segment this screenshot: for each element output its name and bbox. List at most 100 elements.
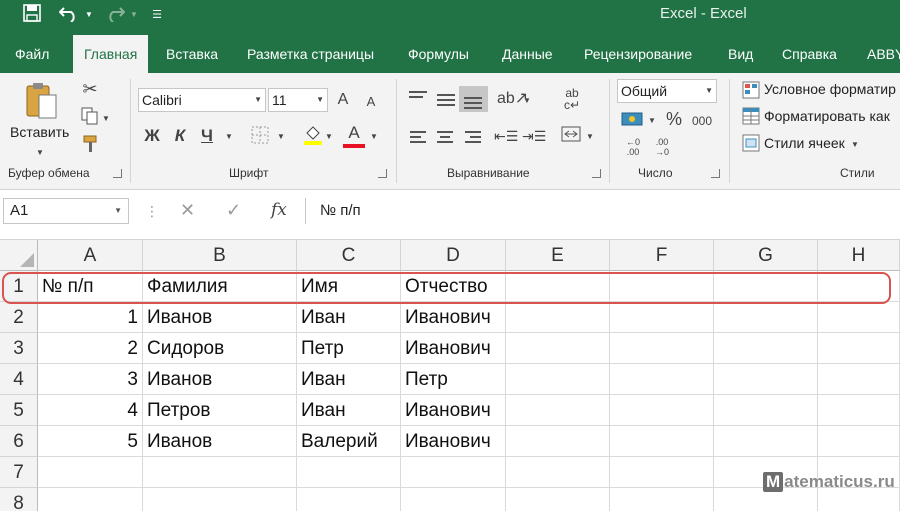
cancel-icon[interactable]: ✕ bbox=[180, 200, 195, 221]
copy-dropdown-icon[interactable]: ▼ bbox=[101, 109, 111, 129]
grow-font-icon[interactable]: A bbox=[335, 90, 351, 110]
copy-icon[interactable] bbox=[79, 107, 101, 130]
tab-review[interactable]: Рецензирование bbox=[577, 35, 699, 73]
cell-f3[interactable] bbox=[610, 333, 714, 364]
alignment-launcher-icon[interactable] bbox=[592, 169, 601, 178]
insert-function-icon[interactable]: fx bbox=[271, 200, 287, 220]
cell-d5[interactable]: Иванович bbox=[401, 395, 506, 426]
formula-input[interactable]: № п/п bbox=[305, 198, 900, 224]
underline-button[interactable]: Ч bbox=[199, 126, 215, 146]
bold-button[interactable]: Ж bbox=[143, 126, 161, 146]
cell-h5[interactable] bbox=[818, 395, 900, 426]
number-launcher-icon[interactable] bbox=[711, 169, 720, 178]
tab-formulas[interactable]: Формулы bbox=[401, 35, 476, 73]
cell-a5[interactable]: 4 bbox=[38, 395, 143, 426]
cell-a2[interactable]: 1 bbox=[38, 302, 143, 333]
column-header-f[interactable]: F bbox=[610, 240, 714, 271]
cell-h3[interactable] bbox=[818, 333, 900, 364]
align-bottom-icon[interactable] bbox=[459, 86, 488, 112]
cell-c5[interactable]: Иван bbox=[297, 395, 401, 426]
column-header-c[interactable]: C bbox=[297, 240, 401, 271]
column-header-h[interactable]: H bbox=[818, 240, 900, 271]
chevron-down-icon[interactable]: ▼ bbox=[705, 80, 713, 102]
cell-g3[interactable] bbox=[714, 333, 818, 364]
format-painter-icon[interactable] bbox=[79, 135, 101, 158]
chevron-down-icon[interactable]: ▼ bbox=[254, 89, 262, 111]
increase-indent-icon[interactable]: ⇥☰ bbox=[522, 126, 546, 146]
orientation-dropdown-icon[interactable]: ▼ bbox=[522, 91, 532, 111]
conditional-formatting-button[interactable]: Условное форматир bbox=[764, 81, 896, 97]
merge-center-icon[interactable] bbox=[560, 126, 582, 147]
cell-b5[interactable]: Петров bbox=[143, 395, 297, 426]
cut-icon[interactable]: ✂ bbox=[79, 79, 101, 99]
underline-dropdown-icon[interactable]: ▼ bbox=[224, 127, 234, 147]
enter-icon[interactable]: ✓ bbox=[226, 200, 241, 221]
cell-f8[interactable] bbox=[610, 488, 714, 511]
increase-decimal-icon[interactable]: ←0.00 bbox=[622, 137, 644, 157]
row-header-8[interactable]: 8 bbox=[0, 488, 38, 511]
tab-view[interactable]: Вид bbox=[721, 35, 760, 73]
customize-qat-icon[interactable]: ☰ bbox=[150, 4, 164, 26]
more-options-icon[interactable]: ⋮ bbox=[145, 203, 159, 220]
cell-c4[interactable]: Иван bbox=[297, 364, 401, 395]
conditional-formatting-icon[interactable] bbox=[741, 81, 761, 104]
cell-c2[interactable]: Иван bbox=[297, 302, 401, 333]
cell-a3[interactable]: 2 bbox=[38, 333, 143, 364]
cell-g2[interactable] bbox=[714, 302, 818, 333]
borders-icon[interactable] bbox=[250, 126, 270, 149]
name-box[interactable]: A1 ▼ bbox=[3, 198, 129, 224]
row-header-7[interactable]: 7 bbox=[0, 457, 38, 488]
cell-d2[interactable]: Иванович bbox=[401, 302, 506, 333]
font-name-combo[interactable]: Calibri ▼ bbox=[138, 88, 266, 112]
cell-a6[interactable]: 5 bbox=[38, 426, 143, 457]
cell-c8[interactable] bbox=[297, 488, 401, 511]
tab-help[interactable]: Справка bbox=[775, 35, 844, 73]
cell-f4[interactable] bbox=[610, 364, 714, 395]
cell-a8[interactable] bbox=[38, 488, 143, 511]
cell-styles-button[interactable]: Стили ячеек bbox=[764, 135, 845, 151]
save-icon[interactable] bbox=[22, 4, 42, 26]
column-header-g[interactable]: G bbox=[714, 240, 818, 271]
cell-h4[interactable] bbox=[818, 364, 900, 395]
format-as-table-icon[interactable] bbox=[741, 107, 761, 130]
thousands-separator-button[interactable]: 000 bbox=[690, 111, 714, 131]
cell-c3[interactable]: Петр bbox=[297, 333, 401, 364]
currency-icon[interactable] bbox=[620, 110, 644, 133]
column-header-d[interactable]: D bbox=[401, 240, 506, 271]
orientation-icon[interactable]: ab↗ bbox=[497, 89, 528, 109]
tab-file[interactable]: Файл bbox=[8, 35, 56, 73]
row-header-5[interactable]: 5 bbox=[0, 395, 38, 426]
cell-e4[interactable] bbox=[506, 364, 610, 395]
cell-d4[interactable]: Петр bbox=[401, 364, 506, 395]
fill-color-dropdown-icon[interactable]: ▼ bbox=[324, 127, 334, 147]
cell-e7[interactable] bbox=[506, 457, 610, 488]
paste-icon[interactable] bbox=[24, 81, 58, 121]
select-all-button[interactable] bbox=[0, 240, 38, 271]
tab-data[interactable]: Данные bbox=[495, 35, 560, 73]
cell-e5[interactable] bbox=[506, 395, 610, 426]
row-header-4[interactable]: 4 bbox=[0, 364, 38, 395]
cell-f5[interactable] bbox=[610, 395, 714, 426]
decrease-decimal-icon[interactable]: .00 →0 bbox=[651, 137, 673, 157]
cell-a7[interactable] bbox=[38, 457, 143, 488]
cell-h6[interactable] bbox=[818, 426, 900, 457]
cell-b2[interactable]: Иванов bbox=[143, 302, 297, 333]
cell-d6[interactable]: Иванович bbox=[401, 426, 506, 457]
cell-g4[interactable] bbox=[714, 364, 818, 395]
italic-button[interactable]: К bbox=[172, 126, 188, 146]
undo-icon[interactable] bbox=[58, 4, 80, 26]
cell-b7[interactable] bbox=[143, 457, 297, 488]
cell-b4[interactable]: Иванов bbox=[143, 364, 297, 395]
tab-page-layout[interactable]: Разметка страницы bbox=[240, 35, 381, 73]
font-color-dropdown-icon[interactable]: ▼ bbox=[369, 127, 379, 147]
number-format-combo[interactable]: Общий ▼ bbox=[617, 79, 717, 103]
tab-insert[interactable]: Вставка bbox=[159, 35, 225, 73]
cell-b3[interactable]: Сидоров bbox=[143, 333, 297, 364]
format-as-table-button[interactable]: Форматировать как bbox=[764, 108, 890, 124]
cell-c6[interactable]: Валерий bbox=[297, 426, 401, 457]
paste-button[interactable]: Вставить bbox=[10, 124, 69, 140]
currency-dropdown-icon[interactable]: ▼ bbox=[647, 111, 657, 131]
undo-dropdown-icon[interactable]: ▼ bbox=[84, 4, 94, 26]
cell-styles-icon[interactable] bbox=[741, 134, 761, 157]
paste-dropdown-icon[interactable]: ▼ bbox=[34, 143, 46, 163]
